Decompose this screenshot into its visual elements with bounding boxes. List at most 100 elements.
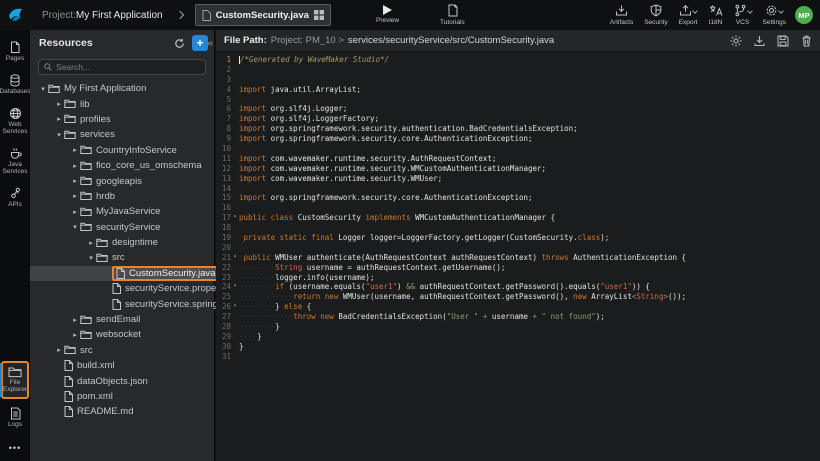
chevron-right-icon[interactable]: ▸	[70, 146, 80, 154]
code-line[interactable]: 31	[216, 352, 820, 362]
editor-settings-gear-icon[interactable]	[730, 35, 742, 47]
tree-item-services[interactable]: ▾services	[30, 127, 214, 142]
tree-item-src[interactable]: ▾src	[30, 250, 214, 265]
chevron-right-icon[interactable]: ▸	[70, 316, 80, 324]
chevron-right-icon[interactable]: ▸	[54, 346, 64, 354]
code-line[interactable]: 25············return new WMUser(username…	[216, 292, 820, 302]
chevron-right-icon[interactable]: ▸	[70, 177, 80, 185]
code-line[interactable]: 13import com.wavemaker.runtime.security.…	[216, 174, 820, 184]
tree-item-securityservice-spring-xml[interactable]: securityService.spring.xml	[30, 296, 214, 311]
code-line[interactable]: 9import org.springframework.security.cor…	[216, 134, 820, 144]
collapse-panel-button[interactable]: «	[207, 38, 213, 49]
tree-item-lib[interactable]: ▸lib	[30, 96, 214, 111]
code-content[interactable]: 1/*Generated by WaveMaker Studio*/234imp…	[216, 52, 820, 362]
sidebar-item-file-explorer[interactable]: File Explorer	[1, 361, 29, 399]
code-line[interactable]: 21▾·public WMUser authenticate(AuthReque…	[216, 253, 820, 263]
code-line[interactable]: 14	[216, 184, 820, 194]
fold-toggle-icon[interactable]: ▾	[231, 253, 239, 263]
code-line[interactable]: 28········}	[216, 322, 820, 332]
more-options-button[interactable]: •••	[9, 443, 21, 453]
code-line[interactable]: 18	[216, 223, 820, 233]
code-line[interactable]: 20	[216, 243, 820, 253]
chevron-right-icon[interactable]: ▸	[54, 115, 64, 123]
search-input[interactable]	[56, 62, 200, 72]
settings-button[interactable]: Settings	[763, 4, 787, 26]
code-line[interactable]: 29····}	[216, 332, 820, 342]
delete-file-icon[interactable]	[801, 35, 812, 47]
code-line[interactable]: 24▾········if (username.equals("user1") …	[216, 282, 820, 292]
sidebar-item-java-services[interactable]: Java Services	[1, 144, 29, 179]
code-line[interactable]: 23········logger.info(username);	[216, 273, 820, 283]
add-resource-button[interactable]: +	[192, 35, 208, 51]
fold-toggle-icon[interactable]: ▾	[231, 213, 239, 223]
chevron-right-icon[interactable]: ▸	[70, 331, 80, 339]
export-button[interactable]: Export	[679, 4, 698, 26]
code-line[interactable]: 4import java.util.ArrayList;	[216, 85, 820, 95]
tree-item-hrdb[interactable]: ▸hrdb	[30, 189, 214, 204]
tree-item-securityservice-properties[interactable]: securityService.properties	[30, 281, 214, 296]
dashboard-grid-icon[interactable]	[314, 10, 324, 20]
chevron-down-icon[interactable]: ▾	[70, 223, 80, 231]
tree-item-myjavaservice[interactable]: ▸MyJavaService	[30, 204, 214, 219]
code-line[interactable]: 1/*Generated by WaveMaker Studio*/	[216, 55, 820, 65]
code-line[interactable]: 3	[216, 75, 820, 85]
artifacts-button[interactable]: Artifacts	[610, 4, 633, 26]
tree-item-build-xml[interactable]: build.xml	[30, 358, 214, 373]
sidebar-item-apis[interactable]: APIs	[1, 184, 29, 212]
tree-item-customsecurity-java[interactable]: CustomSecurity.java	[30, 266, 214, 281]
code-line[interactable]: 2	[216, 65, 820, 75]
code-line[interactable]: 30}	[216, 342, 820, 352]
tree-item-dataobjects-json[interactable]: dataObjects.json	[30, 373, 214, 388]
tree-item-sendemail[interactable]: ▸sendEmail	[30, 312, 214, 327]
preview-button[interactable]: Preview	[376, 4, 399, 24]
code-line[interactable]: 10	[216, 144, 820, 154]
tree-item-googleapis[interactable]: ▸googleapis	[30, 173, 214, 188]
save-file-icon[interactable]	[777, 35, 789, 47]
chevron-right-icon[interactable]: ▸	[86, 239, 96, 247]
code-line[interactable]: 17▾public class CustomSecurity implement…	[216, 213, 820, 223]
vcs-button[interactable]: VCS	[734, 4, 752, 26]
code-line[interactable]: 11import com.wavemaker.runtime.security.…	[216, 154, 820, 164]
sidebar-item-pages[interactable]: Pages	[1, 38, 29, 66]
tree-item-countryinfoservice[interactable]: ▸CountryInfoService	[30, 143, 214, 158]
sidebar-item-databases[interactable]: Databases	[1, 71, 29, 99]
tree-item-my-first-application[interactable]: ▾My First Application	[30, 81, 214, 96]
tree-item-websocket[interactable]: ▸websocket	[30, 327, 214, 342]
code-line[interactable]: 19·private static final Logger logger=Lo…	[216, 233, 820, 243]
code-line[interactable]: 22········String username = authRequestC…	[216, 263, 820, 273]
fold-toggle-icon[interactable]: ▾	[231, 302, 239, 312]
tree-item-designtime[interactable]: ▸designtime	[30, 235, 214, 250]
code-line[interactable]: 27············throw new BadCredentialsEx…	[216, 312, 820, 322]
wavemaker-logo[interactable]	[0, 0, 32, 30]
chevron-right-icon[interactable]: ▸	[70, 208, 80, 216]
tree-item-pom-xml[interactable]: pom.xml	[30, 389, 214, 404]
tree-item-readme-md[interactable]: README.md	[30, 404, 214, 419]
code-line[interactable]: 15import org.springframework.security.co…	[216, 193, 820, 203]
code-line[interactable]: 7import org.slf4j.LoggerFactory;	[216, 114, 820, 124]
code-line[interactable]: 5	[216, 95, 820, 105]
sidebar-item-web-services[interactable]: Web Services	[1, 104, 29, 139]
chevron-right-icon[interactable]: ▸	[70, 192, 80, 200]
resource-search[interactable]	[38, 59, 206, 75]
chevron-right-icon[interactable]: ▸	[70, 162, 80, 170]
tree-item-profiles[interactable]: ▸profiles	[30, 112, 214, 127]
chevron-right-icon[interactable]: ▸	[54, 100, 64, 108]
tree-item-src[interactable]: ▸src	[30, 343, 214, 358]
code-line[interactable]: 16	[216, 203, 820, 213]
chevron-down-icon[interactable]: ▾	[54, 131, 64, 139]
fold-toggle-icon[interactable]: ▾	[231, 282, 239, 292]
chevron-down-icon[interactable]: ▾	[38, 85, 48, 93]
code-line[interactable]: 6import org.slf4j.Logger;	[216, 104, 820, 114]
user-avatar[interactable]: MP	[795, 6, 813, 24]
tutorials-button[interactable]: Tutorials	[440, 4, 465, 26]
code-line[interactable]: 8import org.springframework.security.aut…	[216, 124, 820, 134]
security-button[interactable]: Security	[644, 4, 667, 26]
refresh-icon[interactable]	[171, 35, 187, 51]
code-line[interactable]: 12import com.wavemaker.runtime.security.…	[216, 164, 820, 174]
tree-item-securityservice[interactable]: ▾securityService	[30, 220, 214, 235]
download-file-icon[interactable]	[754, 35, 765, 47]
i18n-button[interactable]: I18N	[709, 4, 723, 26]
sidebar-item-logs[interactable]: Logs	[1, 404, 29, 432]
chevron-down-icon[interactable]: ▾	[86, 254, 96, 262]
tree-item-fico-core-us-omschema[interactable]: ▸fico_core_us_omschema	[30, 158, 214, 173]
